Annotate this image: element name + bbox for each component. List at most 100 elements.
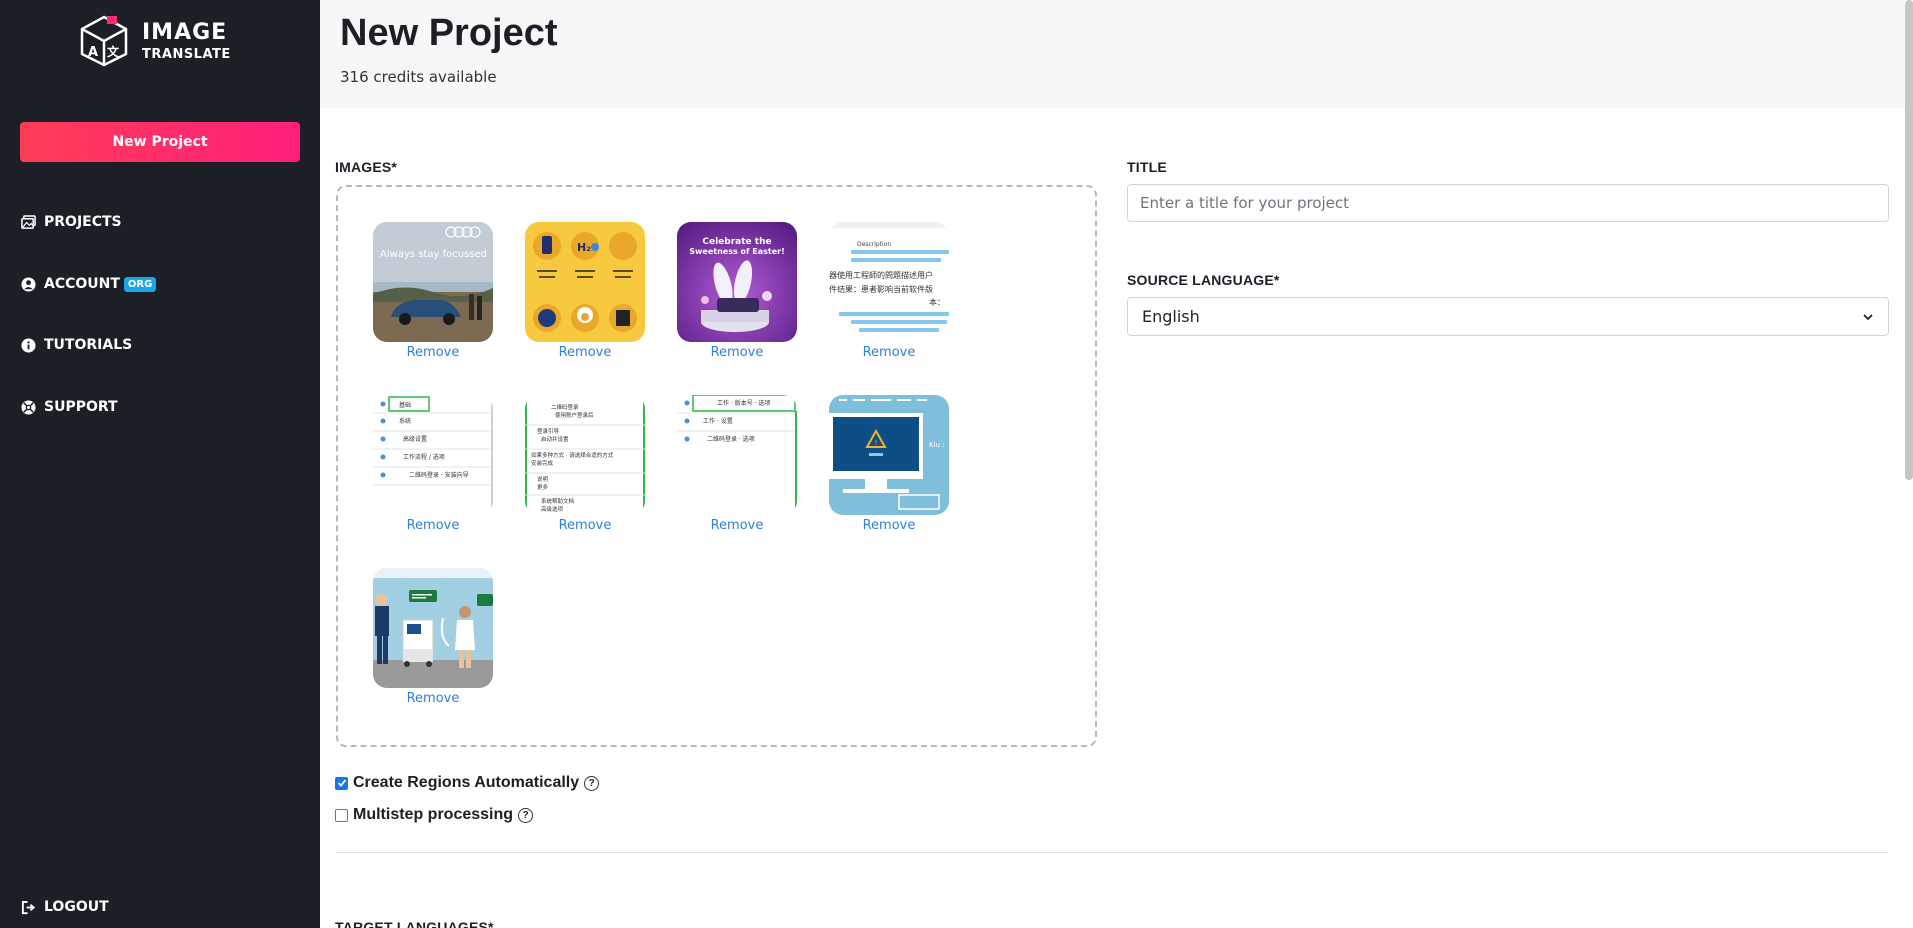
page-header <box>320 0 1913 108</box>
logo-line1: IMAGE <box>142 19 228 45</box>
help-icon[interactable]: ? <box>518 807 534 823</box>
user-circle-icon <box>20 276 36 292</box>
logout-icon <box>20 899 36 915</box>
thumbnail-chinese-list-2: 二维码登录 使用账户登录后 登录引导 启动并设置 如果多种方式 · 请选择合适的方式… <box>525 395 645 515</box>
svg-text:本：: 本： <box>929 297 945 307</box>
remove-image-button[interactable]: Remove <box>525 345 645 360</box>
svg-text:件结果：患者影响当前软件版: 件结果：患者影响当前软件版 <box>829 284 933 294</box>
thumb-caption: Always stay focussed <box>380 249 487 260</box>
sidebar-item-label: TUTORIALS <box>44 337 133 353</box>
remove-image-button[interactable]: Remove <box>373 518 493 533</box>
svg-text:H₂: H₂ <box>577 241 591 254</box>
title-input[interactable] <box>1127 184 1889 222</box>
sidebar-item-account[interactable]: ACCOUNT ORG <box>20 276 157 292</box>
new-project-button[interactable]: New Project <box>20 122 300 162</box>
svg-text:Sweetness of Easter!: Sweetness of Easter! <box>689 247 785 256</box>
logout-label: LOGOUT <box>44 899 109 915</box>
svg-text:更多: 更多 <box>537 483 549 491</box>
thumbnail-easter-ad: Celebrate the Sweetness of Easter! <box>677 222 797 342</box>
svg-text:高级选项: 高级选项 <box>541 505 564 513</box>
page-title: New Project <box>340 12 558 54</box>
image-thumb: 基础系统高级设置工作流程 / 选项二维码登录 · 安装向导 Remove <box>373 395 493 533</box>
source-language-label: SOURCE LANGUAGE* <box>1127 272 1280 288</box>
svg-text:安装完成: 安装完成 <box>531 459 554 467</box>
svg-text:系统: 系统 <box>399 417 411 425</box>
svg-text:!: ! <box>875 439 878 447</box>
images-label: IMAGES* <box>335 159 398 175</box>
thumbnail-car-ad: Always stay focussed <box>373 222 493 342</box>
svg-text:工作 · 版本号 · 选项: 工作 · 版本号 · 选项 <box>717 399 770 407</box>
svg-text:工作 · 设置: 工作 · 设置 <box>703 417 733 425</box>
svg-text:文: 文 <box>107 44 120 59</box>
thumbnail-chinese-list-1: 基础系统高级设置工作流程 / 选项二维码登录 · 安装向导 <box>373 395 493 515</box>
image-dropzone[interactable]: Always stay focussed Remove H₂ Remove Ce… <box>336 185 1097 747</box>
svg-text:启动并设置: 启动并设置 <box>541 435 569 443</box>
sidebar-item-projects[interactable]: PROJECTS <box>20 214 122 230</box>
remove-image-button[interactable]: Remove <box>677 518 797 533</box>
image-thumb: Remove <box>373 568 493 706</box>
multistep-option: Multistep processing ? <box>335 806 534 824</box>
lifebuoy-icon <box>20 399 36 415</box>
image-thumb: 二维码登录 使用账户登录后 登录引导 启动并设置 如果多种方式 · 请选择合适的方式… <box>525 395 645 533</box>
chevron-down-icon <box>1863 313 1873 320</box>
svg-text:二维码登录 · 安装向导: 二维码登录 · 安装向导 <box>409 471 469 479</box>
multistep-label: Multistep processing <box>353 806 514 823</box>
svg-text:说明: 说明 <box>537 475 549 483</box>
image-thumb: ! Kiu : Remove <box>829 395 949 533</box>
remove-image-button[interactable]: Remove <box>373 691 493 706</box>
remove-image-button[interactable]: Remove <box>829 518 949 533</box>
image-thumb: H₂ Remove <box>525 222 645 360</box>
svg-text:二维码登录 · 选项: 二维码登录 · 选项 <box>707 435 755 443</box>
source-language-value: English <box>1142 307 1200 326</box>
checkmark-icon <box>337 779 346 787</box>
svg-text:基础: 基础 <box>399 401 411 409</box>
remove-image-button[interactable]: Remove <box>373 345 493 360</box>
sidebar-item-label: SUPPORT <box>44 399 118 415</box>
image-thumb: 工作 · 版本号 · 选项工作 · 设置二维码登录 · 选项 Remove <box>677 395 797 533</box>
page-scrollbar[interactable] <box>1905 0 1913 480</box>
remove-image-button[interactable]: Remove <box>525 518 645 533</box>
sidebar-item-support[interactable]: SUPPORT <box>20 399 118 415</box>
logout-link[interactable]: LOGOUT <box>20 899 109 915</box>
create-regions-label: Create Regions Automatically <box>353 774 580 791</box>
remove-image-button[interactable]: Remove <box>829 345 949 360</box>
thumbnail-hospital-scene <box>373 568 493 688</box>
org-badge: ORG <box>123 276 157 292</box>
thumbnail-computer-warning: ! Kiu : <box>829 395 949 515</box>
images-icon <box>20 214 36 230</box>
image-thumb: Always stay focussed Remove <box>373 222 493 360</box>
svg-text:使用账户登录后: 使用账户登录后 <box>555 411 594 419</box>
credits-text: 316 credits available <box>340 68 497 86</box>
svg-text:Description: Description <box>857 241 891 248</box>
logo[interactable]: A 文 IMAGE TRANSLATE <box>78 14 231 68</box>
svg-text:Celebrate the: Celebrate the <box>702 237 771 247</box>
image-thumb: Celebrate the Sweetness of Easter! Remov… <box>677 222 797 360</box>
sidebar-item-label: PROJECTS <box>44 214 122 230</box>
target-languages-label: TARGET LANGUAGES* <box>335 919 494 928</box>
multistep-checkbox[interactable] <box>335 808 348 822</box>
help-icon[interactable]: ? <box>584 775 600 791</box>
create-regions-checkbox[interactable] <box>335 776 348 790</box>
create-regions-option: Create Regions Automatically ? <box>335 774 600 792</box>
remove-image-button[interactable]: Remove <box>677 345 797 360</box>
thumbnail-chinese-document: Description 器使用工程師的問題描述用户 件结果：患者影响当前软件版 … <box>829 222 949 342</box>
sidebar-item-label: ACCOUNT <box>44 276 120 292</box>
info-circle-icon <box>20 337 36 353</box>
source-language-select[interactable]: English <box>1127 297 1889 336</box>
sidebar-item-tutorials[interactable]: TUTORIALS <box>20 337 132 353</box>
thumbnail-chinese-list-3: 工作 · 版本号 · 选项工作 · 设置二维码登录 · 选项 <box>677 395 797 515</box>
svg-text:A: A <box>88 45 98 60</box>
sidebar: A 文 IMAGE TRANSLATE New Project PROJECTS… <box>0 0 320 928</box>
thumbnail-yellow-grid-ad: H₂ <box>525 222 645 342</box>
svg-text:系统帮助文档: 系统帮助文档 <box>541 497 575 505</box>
logo-icon: A 文 <box>80 15 128 67</box>
svg-text:高级设置: 高级设置 <box>403 435 427 443</box>
svg-text:如果多种方式 · 请选择合适的方式: 如果多种方式 · 请选择合适的方式 <box>531 451 614 459</box>
svg-text:工作流程 / 选项: 工作流程 / 选项 <box>403 453 445 461</box>
title-label: TITLE <box>1127 159 1167 175</box>
svg-text:Kiu :: Kiu : <box>929 441 945 449</box>
logo-line2: TRANSLATE <box>142 46 231 62</box>
svg-text:器使用工程師的問題描述用户: 器使用工程師的問題描述用户 <box>829 270 933 280</box>
svg-text:登录引导: 登录引导 <box>537 427 560 435</box>
section-divider <box>335 852 1889 853</box>
